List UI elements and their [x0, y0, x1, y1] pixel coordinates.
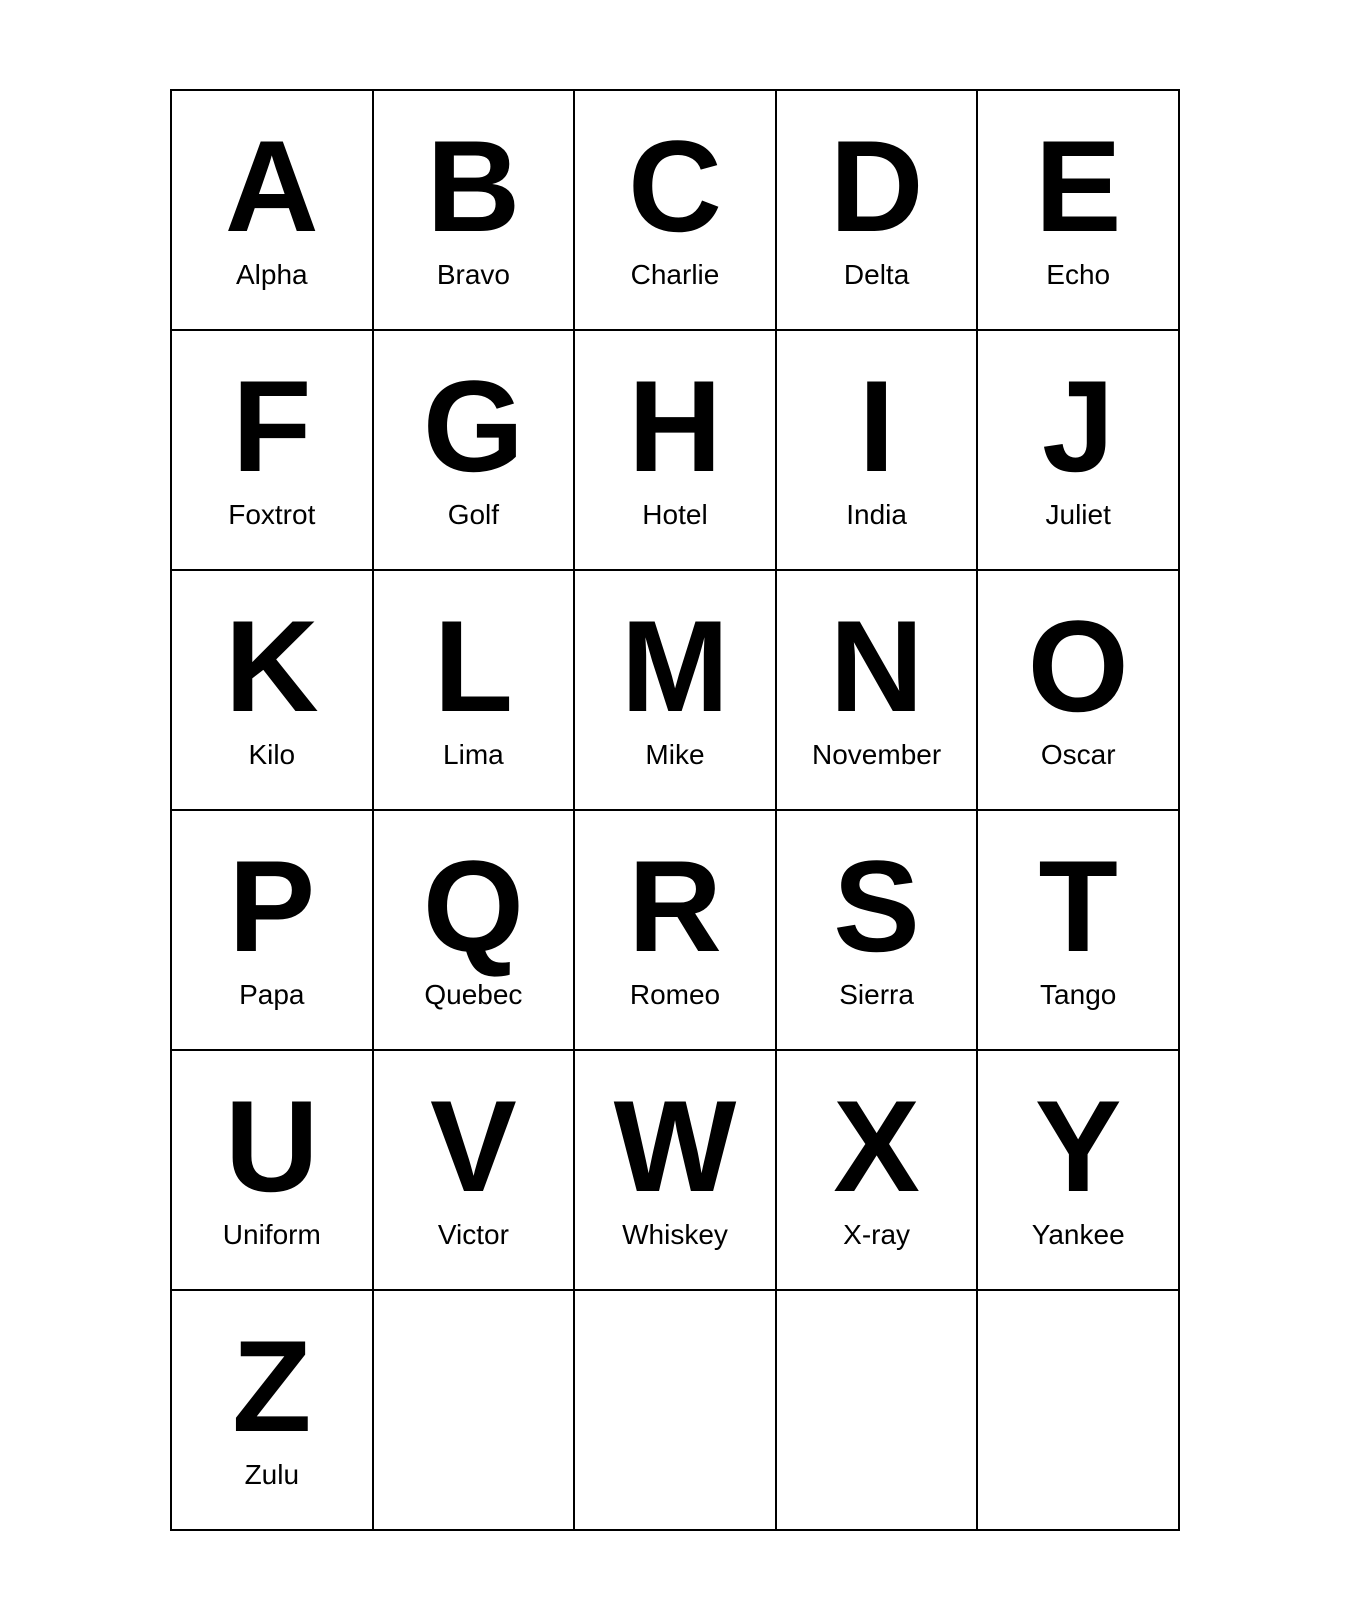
word-m: Mike [645, 739, 704, 771]
word-v: Victor [438, 1219, 509, 1251]
letter-j: J [1042, 361, 1114, 491]
word-b: Bravo [437, 259, 510, 291]
letter-o: O [1028, 601, 1129, 731]
grid-cell-s: S Sierra [777, 811, 979, 1051]
grid-cell-i: I India [777, 331, 979, 571]
grid-cell-x: X X-ray [777, 1051, 979, 1291]
word-c: Charlie [631, 259, 720, 291]
word-t: Tango [1040, 979, 1116, 1011]
word-n: November [812, 739, 941, 771]
grid-cell-empty-3 [978, 1291, 1180, 1531]
grid-cell-f: F Foxtrot [172, 331, 374, 571]
word-r: Romeo [630, 979, 720, 1011]
letter-q: Q [423, 841, 524, 971]
grid-cell-r: R Romeo [575, 811, 777, 1051]
letter-e: E [1035, 121, 1122, 251]
letter-r: R [628, 841, 722, 971]
grid-cell-m: M Mike [575, 571, 777, 811]
word-w: Whiskey [622, 1219, 728, 1251]
letter-z: Z [232, 1321, 311, 1451]
letter-y: Y [1035, 1081, 1122, 1211]
grid-cell-k: K Kilo [172, 571, 374, 811]
word-d: Delta [844, 259, 909, 291]
letter-p: P [228, 841, 315, 971]
grid-cell-empty-2 [777, 1291, 979, 1531]
grid-cell-e: E Echo [978, 91, 1180, 331]
grid-cell-l: L Lima [374, 571, 576, 811]
grid-cell-c: C Charlie [575, 91, 777, 331]
grid-cell-d: D Delta [777, 91, 979, 331]
grid-cell-z: Z Zulu [172, 1291, 374, 1531]
word-j: Juliet [1046, 499, 1111, 531]
letter-s: S [833, 841, 920, 971]
word-q: Quebec [424, 979, 522, 1011]
word-e: Echo [1046, 259, 1110, 291]
letter-f: F [232, 361, 311, 491]
word-o: Oscar [1041, 739, 1116, 771]
grid-cell-p: P Papa [172, 811, 374, 1051]
grid-cell-v: V Victor [374, 1051, 576, 1291]
letter-c: C [628, 121, 722, 251]
grid-cell-empty-1 [575, 1291, 777, 1531]
word-g: Golf [448, 499, 499, 531]
word-f: Foxtrot [228, 499, 315, 531]
grid-cell-t: T Tango [978, 811, 1180, 1051]
grid-cell-h: H Hotel [575, 331, 777, 571]
grid-cell-empty-0 [374, 1291, 576, 1531]
letter-x: X [833, 1081, 920, 1211]
letter-w: W [614, 1081, 737, 1211]
nato-alphabet-grid: A Alpha B Bravo C Charlie D Delta E Echo F Foxtrot G… [170, 89, 1180, 1531]
grid-cell-n: N November [777, 571, 979, 811]
letter-k: K [225, 601, 319, 731]
grid-cell-g: G Golf [374, 331, 576, 571]
letter-n: N [830, 601, 924, 731]
grid-cell-w: W Whiskey [575, 1051, 777, 1291]
word-a: Alpha [236, 259, 308, 291]
grid-cell-q: Q Quebec [374, 811, 576, 1051]
word-u: Uniform [223, 1219, 321, 1251]
letter-l: L [434, 601, 513, 731]
grid-cell-y: Y Yankee [978, 1051, 1180, 1291]
word-s: Sierra [839, 979, 914, 1011]
grid-cell-j: J Juliet [978, 331, 1180, 571]
word-k: Kilo [248, 739, 295, 771]
word-l: Lima [443, 739, 504, 771]
grid-cell-a: A Alpha [172, 91, 374, 331]
letter-v: V [430, 1081, 517, 1211]
grid-cell-b: B Bravo [374, 91, 576, 331]
word-h: Hotel [642, 499, 707, 531]
word-x: X-ray [843, 1219, 910, 1251]
grid-cell-o: O Oscar [978, 571, 1180, 811]
letter-i: I [859, 361, 895, 491]
word-p: Papa [239, 979, 304, 1011]
letter-u: U [225, 1081, 319, 1211]
word-y: Yankee [1032, 1219, 1125, 1251]
word-i: India [846, 499, 907, 531]
letter-g: G [423, 361, 524, 491]
letter-m: M [621, 601, 729, 731]
grid-cell-u: U Uniform [172, 1051, 374, 1291]
letter-h: H [628, 361, 722, 491]
letter-a: A [225, 121, 319, 251]
word-z: Zulu [245, 1459, 299, 1491]
letter-d: D [830, 121, 924, 251]
letter-b: B [426, 121, 520, 251]
letter-t: T [1038, 841, 1117, 971]
